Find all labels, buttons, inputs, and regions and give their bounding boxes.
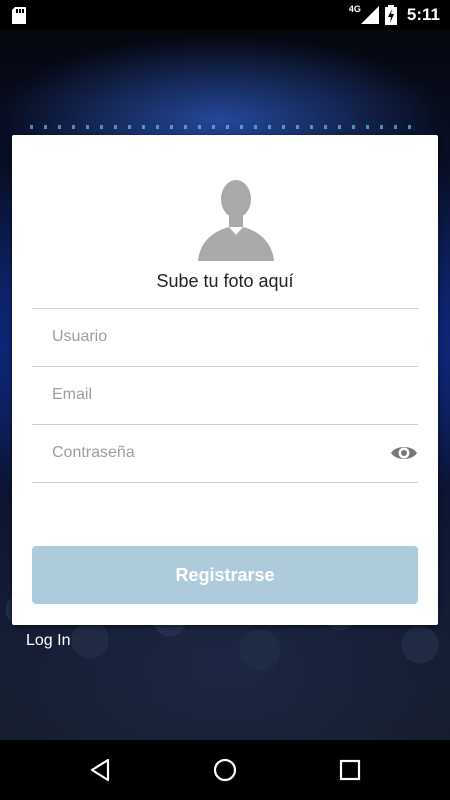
battery-charging-icon bbox=[384, 5, 397, 25]
password-input[interactable] bbox=[32, 425, 382, 481]
register-card: Sube tu foto aquí Registrarse bbox=[12, 135, 438, 625]
show-password-eye-icon[interactable] bbox=[390, 441, 418, 465]
navigation-bar bbox=[0, 740, 450, 800]
profile-photo-placeholder-icon[interactable] bbox=[198, 175, 274, 261]
sd-card-icon bbox=[12, 7, 26, 24]
stage-lights bbox=[30, 125, 420, 129]
email-field-row bbox=[32, 367, 418, 425]
recents-icon[interactable] bbox=[337, 757, 363, 783]
back-icon[interactable] bbox=[88, 757, 114, 783]
signal-icon bbox=[360, 6, 379, 24]
status-bar: 4G 5:11 bbox=[0, 0, 450, 30]
upload-photo-label[interactable]: Sube tu foto aquí bbox=[12, 271, 438, 292]
home-icon[interactable] bbox=[212, 757, 238, 783]
username-field-row bbox=[32, 309, 418, 367]
username-input[interactable] bbox=[32, 309, 382, 365]
login-link[interactable]: Log In bbox=[26, 632, 70, 650]
register-button[interactable]: Registrarse bbox=[32, 546, 418, 604]
clock: 5:11 bbox=[406, 5, 440, 24]
network-type-label: 4G bbox=[348, 4, 361, 14]
password-field-row bbox=[32, 425, 418, 483]
email-input[interactable] bbox=[32, 367, 382, 423]
